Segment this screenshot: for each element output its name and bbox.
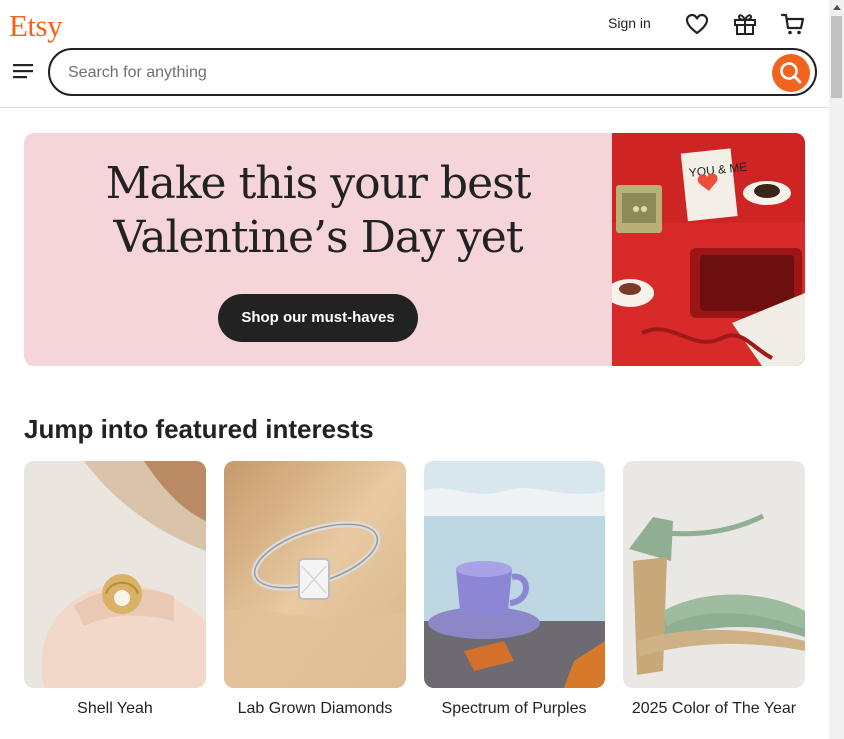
search-button[interactable] bbox=[772, 54, 810, 92]
interest-label-2025-color-of-the-year[interactable]: 2025 Color of The Year bbox=[614, 700, 814, 718]
menu-icon[interactable] bbox=[13, 62, 35, 80]
hero-title: Make this your best Valentine’s Day yet bbox=[24, 157, 612, 265]
interest-label-lab-grown-diamonds[interactable]: Lab Grown Diamonds bbox=[215, 700, 415, 718]
purple-mug-image bbox=[424, 461, 605, 688]
green-espadrille-image bbox=[623, 461, 805, 688]
interest-card-2025-color-of-the-year[interactable] bbox=[623, 461, 805, 688]
valentines-hero-banner[interactable]: Make this your best Valentine’s Day yet … bbox=[24, 133, 805, 366]
cart-icon[interactable] bbox=[780, 11, 806, 37]
scroll-up-arrow[interactable] bbox=[833, 5, 841, 10]
interest-card-shell-yeah[interactable] bbox=[24, 461, 206, 688]
gift-icon[interactable] bbox=[732, 11, 758, 37]
search-bar bbox=[48, 48, 817, 96]
diamond-ring-image bbox=[224, 461, 406, 688]
page-scrollbar[interactable] bbox=[829, 0, 844, 739]
shop-must-haves-button[interactable]: Shop our must-haves bbox=[218, 294, 418, 342]
hero-title-line-2: Valentine’s Day yet bbox=[113, 212, 523, 263]
interest-label-shell-yeah[interactable]: Shell Yeah bbox=[15, 700, 215, 718]
search-input[interactable] bbox=[68, 62, 748, 84]
interest-label-spectrum-of-purples[interactable]: Spectrum of Purples bbox=[414, 700, 614, 718]
shell-ring-image bbox=[24, 461, 206, 688]
valentines-gifts-image: YOU & ME bbox=[612, 133, 805, 366]
scroll-thumb[interactable] bbox=[831, 16, 842, 98]
sign-in-link[interactable]: Sign in bbox=[608, 15, 651, 31]
featured-interests-heading: Jump into featured interests bbox=[24, 414, 374, 444]
interest-card-spectrum-of-purples[interactable] bbox=[424, 461, 605, 688]
site-header: Etsy Sign in bbox=[0, 0, 829, 108]
etsy-logo[interactable]: Etsy bbox=[9, 8, 63, 44]
search-icon bbox=[780, 62, 802, 84]
hero-title-line-1: Make this your best bbox=[105, 158, 532, 209]
interest-card-lab-grown-diamonds[interactable] bbox=[224, 461, 406, 688]
heart-icon[interactable] bbox=[684, 11, 710, 37]
